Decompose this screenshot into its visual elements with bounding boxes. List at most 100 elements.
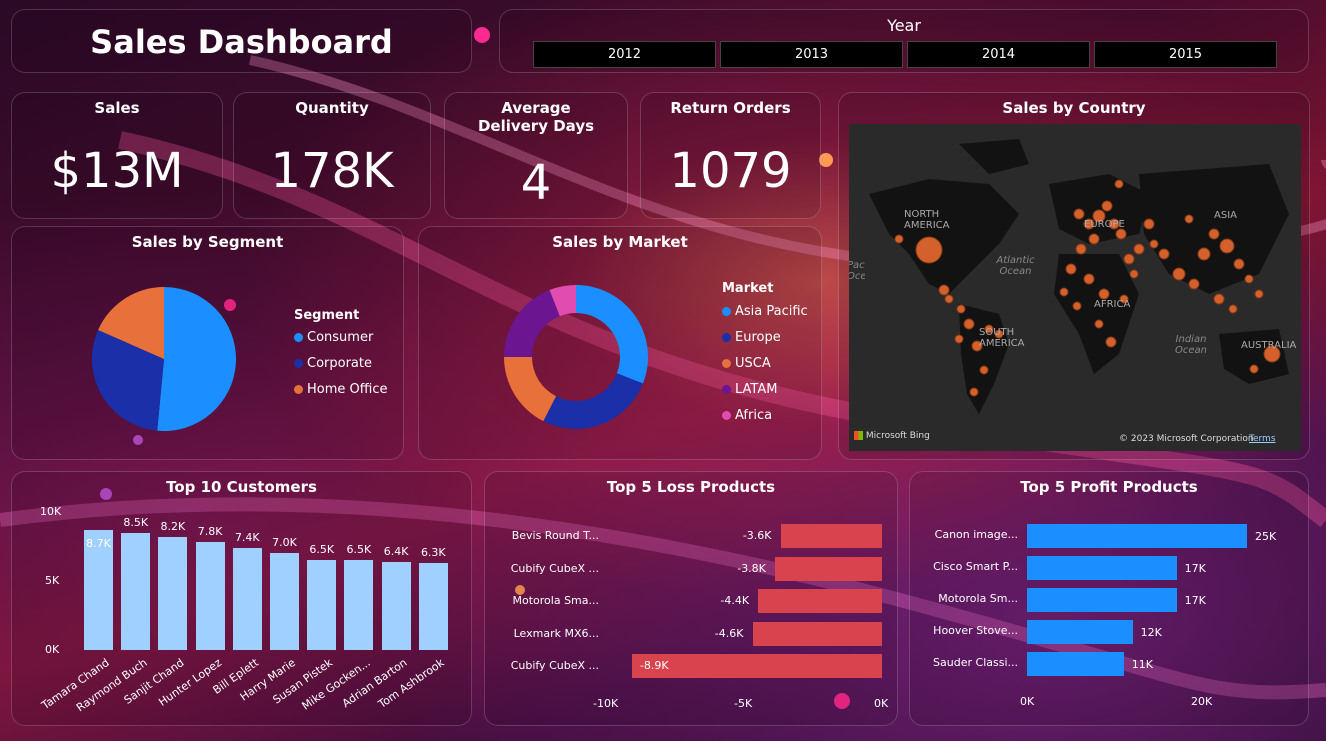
customer-bar-value-label: 8.5K [123,515,149,529]
profit-bar-5[interactable] [1027,652,1124,676]
map-label-atlantic: Atlantic Ocean [996,255,1035,277]
map-label-north-america: NORTH AMERICA [904,209,950,231]
kpi-sales-value: $13M [50,143,184,199]
profit-product-name: Cisco Smart P... [933,560,1018,573]
market-legend-label: USCA [735,356,771,371]
loss-bar-value-label: -8.9K [639,659,669,673]
year-option-2012[interactable]: 2012 [533,41,716,68]
loss-chart-panel: Top 5 Loss Products -10K -5K 0K -3.6K Bev… [484,471,898,726]
loss-product-name: Cubify CubeX ... [510,659,599,673]
year-option-2015[interactable]: 2015 [1094,41,1277,68]
profit-bar-value-label: 11K [1131,658,1154,671]
profit-product-name: Hoover Stove... [933,624,1018,637]
segment-legend-label: Consumer [307,330,374,345]
kpi-sales-card: Sales $13M [11,92,223,219]
market-legend-dot [722,307,731,316]
profit-product-name: Sauder Classi... [933,656,1018,669]
loss-bar-value-label: -3.6K [742,529,772,542]
segment-legend-item-consumer[interactable]: Consumer [294,330,373,345]
profit-product-name: Canon image... [934,528,1018,541]
customer-bar-susan-pistek[interactable] [307,560,337,650]
market-legend-label: Asia Pacific [735,304,808,319]
map-label-south-america: SOUTH AMERICA [979,327,1025,349]
year-option-2014[interactable]: 2014 [907,41,1090,68]
market-legend-label: Europe [735,330,781,345]
profit-bar-1[interactable] [1027,524,1247,548]
market-legend-dot [722,333,731,342]
page-title: Sales Dashboard [90,23,393,61]
customer-bar-value-label: 7.0K [272,536,297,550]
market-legend-dot [722,359,731,368]
map-canvas [869,139,1289,414]
customer-bar-adrian-barton[interactable] [381,561,411,650]
bing-logo-icon [854,431,863,440]
customers-chart-panel: Top 10 Customers 10K 5K 0K 8.7K Tamara Ch… [11,471,472,726]
profit-product-name: Motorola Sm... [938,592,1018,605]
segment-legend-item-home-office[interactable]: Home Office [294,382,387,397]
customer-bar-sanjit-chand[interactable] [158,536,188,650]
map-label-australia: AUSTRALIA [1241,340,1297,351]
loss-bar-2[interactable] [775,556,882,581]
market-legend-item-africa[interactable]: Africa [722,408,772,423]
profit-chart-panel: Top 5 Profit Products 0K 20K 25K Canon im… [909,471,1309,726]
customer-bar-tom-ashbrook[interactable] [418,563,448,650]
kpi-returns-label: Return Orders [670,99,791,117]
loss-bar-5[interactable] [631,654,882,679]
profit-bar-2[interactable] [1027,556,1177,580]
bing-logo: Microsoft Bing [854,431,930,441]
loss-product-name: Bevis Round T... [511,529,599,542]
customer-bar-value-label: 7.4K [234,530,260,544]
market-chart-title: Sales by Market [552,233,688,251]
map-label-europe: EUROPE [1084,219,1125,230]
segment-slice-consumer[interactable] [157,287,236,431]
profit-bar-value-label: 25K [1255,530,1277,543]
market-legend-title: Market [722,281,774,296]
title-panel: Sales Dashboard [11,9,472,73]
map-copyright: © 2023 Microsoft Corporation [1119,434,1254,444]
profit-bar-3[interactable] [1027,588,1177,612]
customer-name-label: Tom Ashbrook [376,656,447,711]
map-panel: Sales by Country NORTH AMERICA SOUTH AME… [838,92,1310,460]
map-terms-link[interactable]: Terms [1249,434,1276,444]
customer-bar-raymond-buch[interactable] [121,532,151,650]
map-title: Sales by Country [1002,99,1146,117]
segment-legend-dot [294,333,303,342]
customer-bar-value-label: 8.7K [86,536,111,550]
market-slice-asia-pacific[interactable] [576,285,648,384]
loss-product-name: Cubify CubeX ... [510,561,599,575]
profit-bar-value-label: 17K [1184,594,1206,607]
market-slice-europe[interactable] [543,373,643,429]
profit-bar-4[interactable] [1027,620,1133,644]
market-legend-item-usca[interactable]: USCA [722,356,771,371]
customer-bar-harry-marie[interactable] [270,553,299,650]
customer-bar-mike-gocken[interactable] [344,560,374,650]
market-donut-chart [504,285,648,429]
market-slice-latam[interactable] [504,290,560,357]
loss-bar-value-label: -3.8K [737,561,766,575]
kpi-returns-card: Return Orders 1079 [640,92,821,219]
loss-bar-1[interactable] [780,524,882,548]
market-legend-dot [722,411,731,420]
segment-legend-item-corporate[interactable]: Corporate [294,356,372,371]
market-legend-item-europe[interactable]: Europe [722,330,781,345]
customer-bar-value-label: 6.5K [346,543,372,557]
profit-plot: 25K Canon image... 17K Cisco Smart P... 17K M… [910,472,1310,727]
bing-logo-text: Microsoft Bing [865,431,930,441]
market-legend-label: Africa [735,408,773,423]
market-legend-label: LATAM [735,382,778,397]
market-legend-item-latam[interactable]: LATAM [722,382,777,397]
map-label-asia: ASIA [1214,210,1237,221]
customers-plot: 8.7K Tamara Chand 8.5K Raymond Buch 8.2K Sanj… [12,472,473,727]
loss-bar-4[interactable] [752,621,882,646]
loss-bar-3[interactable] [758,589,882,614]
year-option-2013[interactable]: 2013 [720,41,903,68]
customer-bar-hunter-lopez[interactable] [195,542,225,650]
customer-bar-value-label: 7.8K [197,525,223,539]
customer-bar-bill-eplett[interactable] [232,547,262,650]
world-map[interactable]: NORTH AMERICA SOUTH AMERICA EUROPE AFRIC… [849,124,1301,451]
profit-bar-value-label: 17K [1184,562,1206,575]
customer-bar-value-label: 6.4K [383,544,409,558]
market-legend-item-asia-pacific[interactable]: Asia Pacific [722,304,808,319]
profit-bar-value-label: 12K [1140,626,1162,639]
kpi-delivery-label: Average Delivery Days [477,99,595,135]
